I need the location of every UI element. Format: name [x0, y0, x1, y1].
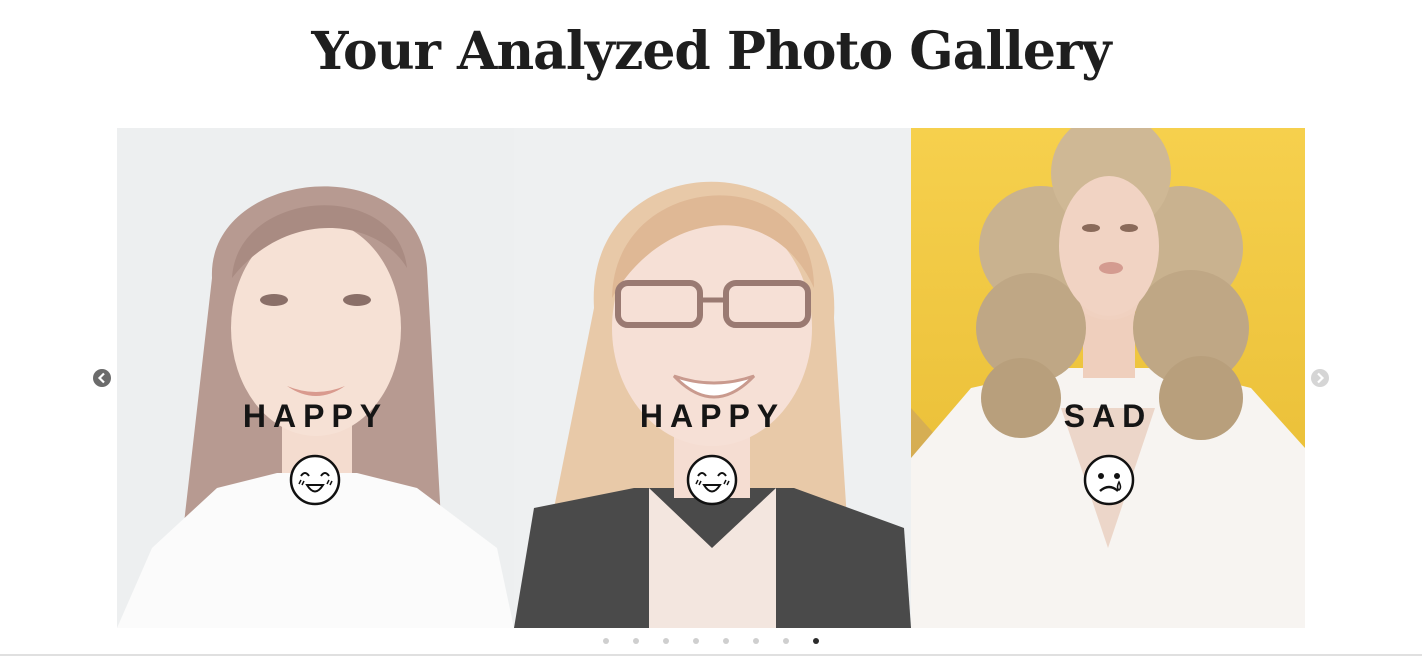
pagination-dot-active[interactable]: [813, 638, 819, 644]
carousel-slide[interactable]: SAD: [911, 128, 1305, 628]
pagination-dot[interactable]: [633, 638, 639, 644]
chevron-left-circle-icon[interactable]: [92, 368, 112, 388]
pagination-dot[interactable]: [663, 638, 669, 644]
pagination-dot[interactable]: [783, 638, 789, 644]
carousel-slide[interactable]: HAPPY: [117, 128, 514, 628]
sad-face-icon: [1083, 454, 1135, 506]
pagination-dot[interactable]: [753, 638, 759, 644]
happy-face-icon: [686, 454, 738, 506]
photo-woman-dark-hair: [117, 128, 514, 628]
emotion-label: HAPPY: [242, 398, 389, 434]
pagination-dot[interactable]: [603, 638, 609, 644]
page-title: Your Analyzed Photo Gallery: [311, 21, 1111, 82]
chevron-right-circle-icon[interactable]: [1310, 368, 1330, 388]
photo-woman-curly-hair: [911, 128, 1305, 628]
pagination-dot[interactable]: [693, 638, 699, 644]
carousel-slide[interactable]: HAPPY: [514, 128, 911, 628]
emotion-label: SAD: [1063, 398, 1153, 434]
pagination-dot[interactable]: [723, 638, 729, 644]
happy-face-icon: [289, 454, 341, 506]
carousel-pagination: [0, 638, 1422, 648]
photo-woman-glasses: [514, 128, 911, 628]
photo-carousel: HAPPY HAPPY SAD: [117, 128, 1305, 628]
emotion-label: HAPPY: [639, 398, 786, 434]
